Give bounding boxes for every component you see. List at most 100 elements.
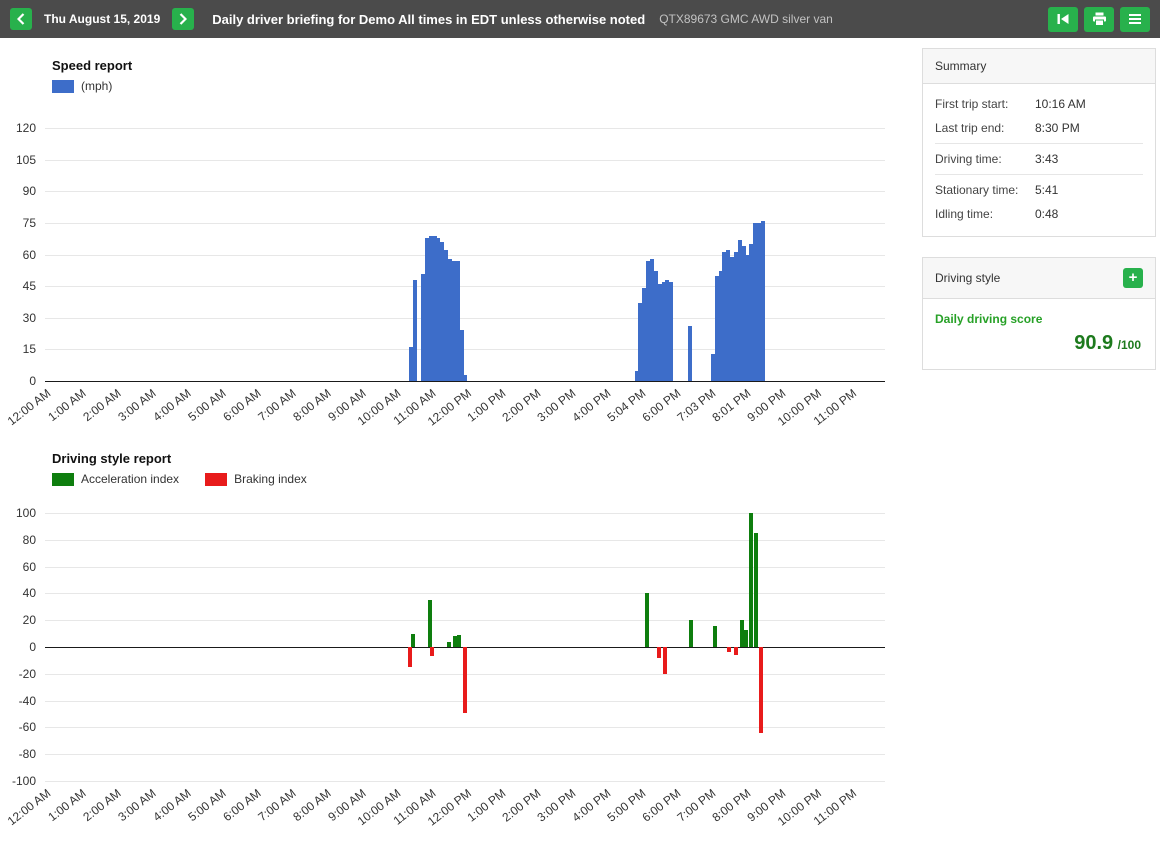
daily-driving-score: 90.9 /100 — [923, 332, 1155, 369]
x-tick-label: 7:03 PM — [674, 386, 719, 425]
chevron-left-icon — [17, 13, 25, 25]
braking-bar — [430, 647, 435, 657]
chart-title: Speed report — [52, 58, 133, 73]
x-tick-label: 1:00 PM — [464, 786, 509, 825]
y-tick-label: 15 — [22, 342, 36, 357]
summary-body: First trip start: 10:16 AM Last trip end: 8… — [923, 84, 1155, 236]
y-tick-label: 60 — [22, 559, 36, 574]
summary-row: Stationary time: 5:41 — [935, 178, 1143, 202]
braking-bar — [408, 647, 413, 668]
driving-style-report-chart: Driving style report Acceleration index B… — [0, 443, 908, 838]
vehicle-label: QTX89673 GMC AWD silver van — [659, 12, 833, 26]
y-gridline — [45, 754, 885, 756]
y-tick-label: 75 — [22, 215, 36, 230]
summary-row: Last trip end: 8:30 PM — [935, 116, 1143, 140]
x-tick-label: 4:00 PM — [569, 786, 614, 825]
prev-day-button[interactable] — [10, 8, 32, 30]
y-tick-label: 60 — [22, 247, 36, 262]
add-driving-style-button[interactable]: + — [1123, 268, 1143, 288]
summary-row-value: 5:41 — [1035, 183, 1059, 197]
acceleration-bar — [688, 620, 693, 647]
x-tick-label: 5:00 PM — [604, 786, 649, 825]
x-tick-label: 8:01 PM — [709, 386, 754, 425]
y-tick-label: 40 — [22, 586, 36, 601]
y-tick-label: 30 — [22, 310, 36, 325]
x-tick-label: 8:00 AM — [290, 786, 334, 825]
x-axis: 12:00 AM 1:00 AM 2:00 AM 3:00 AM 4:00 AM 5:00… — [5, 382, 885, 444]
legend-item: Acceleration index — [52, 472, 179, 486]
menu-button[interactable] — [1120, 6, 1150, 32]
x-tick-label: 6:00 AM — [220, 386, 264, 425]
next-day-button[interactable] — [172, 8, 195, 30]
summary-row-label: Idling time: — [935, 207, 994, 221]
speed-bar — [412, 279, 417, 381]
skip-to-start-button[interactable] — [1048, 6, 1078, 32]
y-tick-label: -80 — [18, 747, 36, 762]
y-gridline — [45, 566, 885, 568]
y-gridline — [45, 513, 885, 514]
chevron-right-icon — [179, 13, 188, 25]
acceleration-bar — [645, 593, 649, 647]
chart-legend: (mph) — [52, 79, 112, 93]
braking-bar — [727, 647, 732, 653]
summary-panel-header: Summary — [923, 49, 1155, 84]
y-gridline — [45, 539, 885, 541]
braking-bar — [657, 647, 662, 658]
x-tick-label: 4:00 AM — [150, 786, 194, 825]
chart-title: Driving style report — [52, 451, 172, 466]
summary-row-label: Stationary time: — [935, 183, 1019, 197]
legend-swatch — [205, 472, 228, 486]
braking-bar — [734, 647, 739, 655]
legend-label: (mph) — [81, 79, 113, 93]
y-gridline — [45, 593, 885, 595]
divider — [935, 143, 1143, 144]
skip-to-start-icon — [1057, 14, 1069, 24]
acceleration-bar — [743, 629, 748, 647]
hamburger-menu-icon — [1129, 14, 1141, 24]
summary-row: First trip start: 10:16 AM — [935, 92, 1143, 116]
legend-swatch — [52, 472, 74, 486]
braking-bar — [663, 647, 668, 674]
summary-panel: Summary First trip start: 10:16 AM Last tr… — [922, 48, 1156, 237]
x-tick-label: 3:00 PM — [534, 786, 579, 825]
x-tick-label: 5:00 AM — [185, 786, 229, 825]
driving-style-title: Driving style — [935, 271, 1001, 285]
summary-row: Driving time: 3:43 — [935, 147, 1143, 171]
x-tick-label: 8:00 AM — [290, 386, 334, 425]
x-tick-label: 1:00 PM — [464, 386, 509, 425]
speed-bar — [760, 220, 765, 381]
x-tick-label: 2:00 PM — [499, 386, 544, 425]
top-toolbar: Thu August 15, 2019 Daily driver briefin… — [0, 0, 1160, 38]
speed-report-chart: Speed report (mph) 120 105 90 75 60 45 30 15 0 1… — [0, 50, 908, 442]
x-tick-label: 3:00 PM — [534, 386, 579, 425]
speed-bar — [463, 374, 468, 381]
y-tick-label: 20 — [22, 613, 36, 628]
y-tick-label: 80 — [22, 532, 36, 547]
driving-style-chart-plot: 100 80 60 40 20 0 -20 -40 -60 -80 -100 — [12, 506, 885, 788]
x-tick-label: 2:00 AM — [80, 386, 124, 425]
x-tick-label: 7:00 AM — [255, 386, 299, 425]
acceleration-bar — [457, 634, 462, 647]
y-tick-label: -100 — [11, 774, 36, 788]
date-display: Thu August 15, 2019 — [44, 12, 161, 26]
braking-bar — [758, 647, 763, 733]
x-tick-label: 5:04 PM — [604, 386, 649, 425]
y-tick-label: 90 — [22, 184, 36, 199]
speed-bar — [459, 330, 464, 381]
summary-row-value: 10:16 AM — [1035, 97, 1086, 111]
toolbar-actions — [1048, 6, 1150, 32]
driving-style-panel-header: Driving style + — [923, 258, 1155, 299]
print-button[interactable] — [1084, 6, 1114, 32]
x-tick-label: 12:00 AM — [5, 386, 54, 429]
x-tick-label: 4:00 AM — [150, 386, 194, 425]
chart-legend: Acceleration index Braking index — [52, 472, 307, 486]
x-tick-label: 8:00 PM — [709, 786, 754, 825]
x-tick-label: 3:00 AM — [115, 786, 159, 825]
y-tick-label: 120 — [15, 121, 36, 135]
speed-bar — [688, 326, 693, 381]
x-tick-label: 3:00 AM — [115, 386, 159, 425]
y-tick-label: 100 — [15, 506, 36, 520]
acceleration-bar — [754, 533, 759, 647]
x-tick-label: 1:00 AM — [45, 386, 89, 425]
x-tick-label: 4:00 PM — [569, 386, 614, 425]
